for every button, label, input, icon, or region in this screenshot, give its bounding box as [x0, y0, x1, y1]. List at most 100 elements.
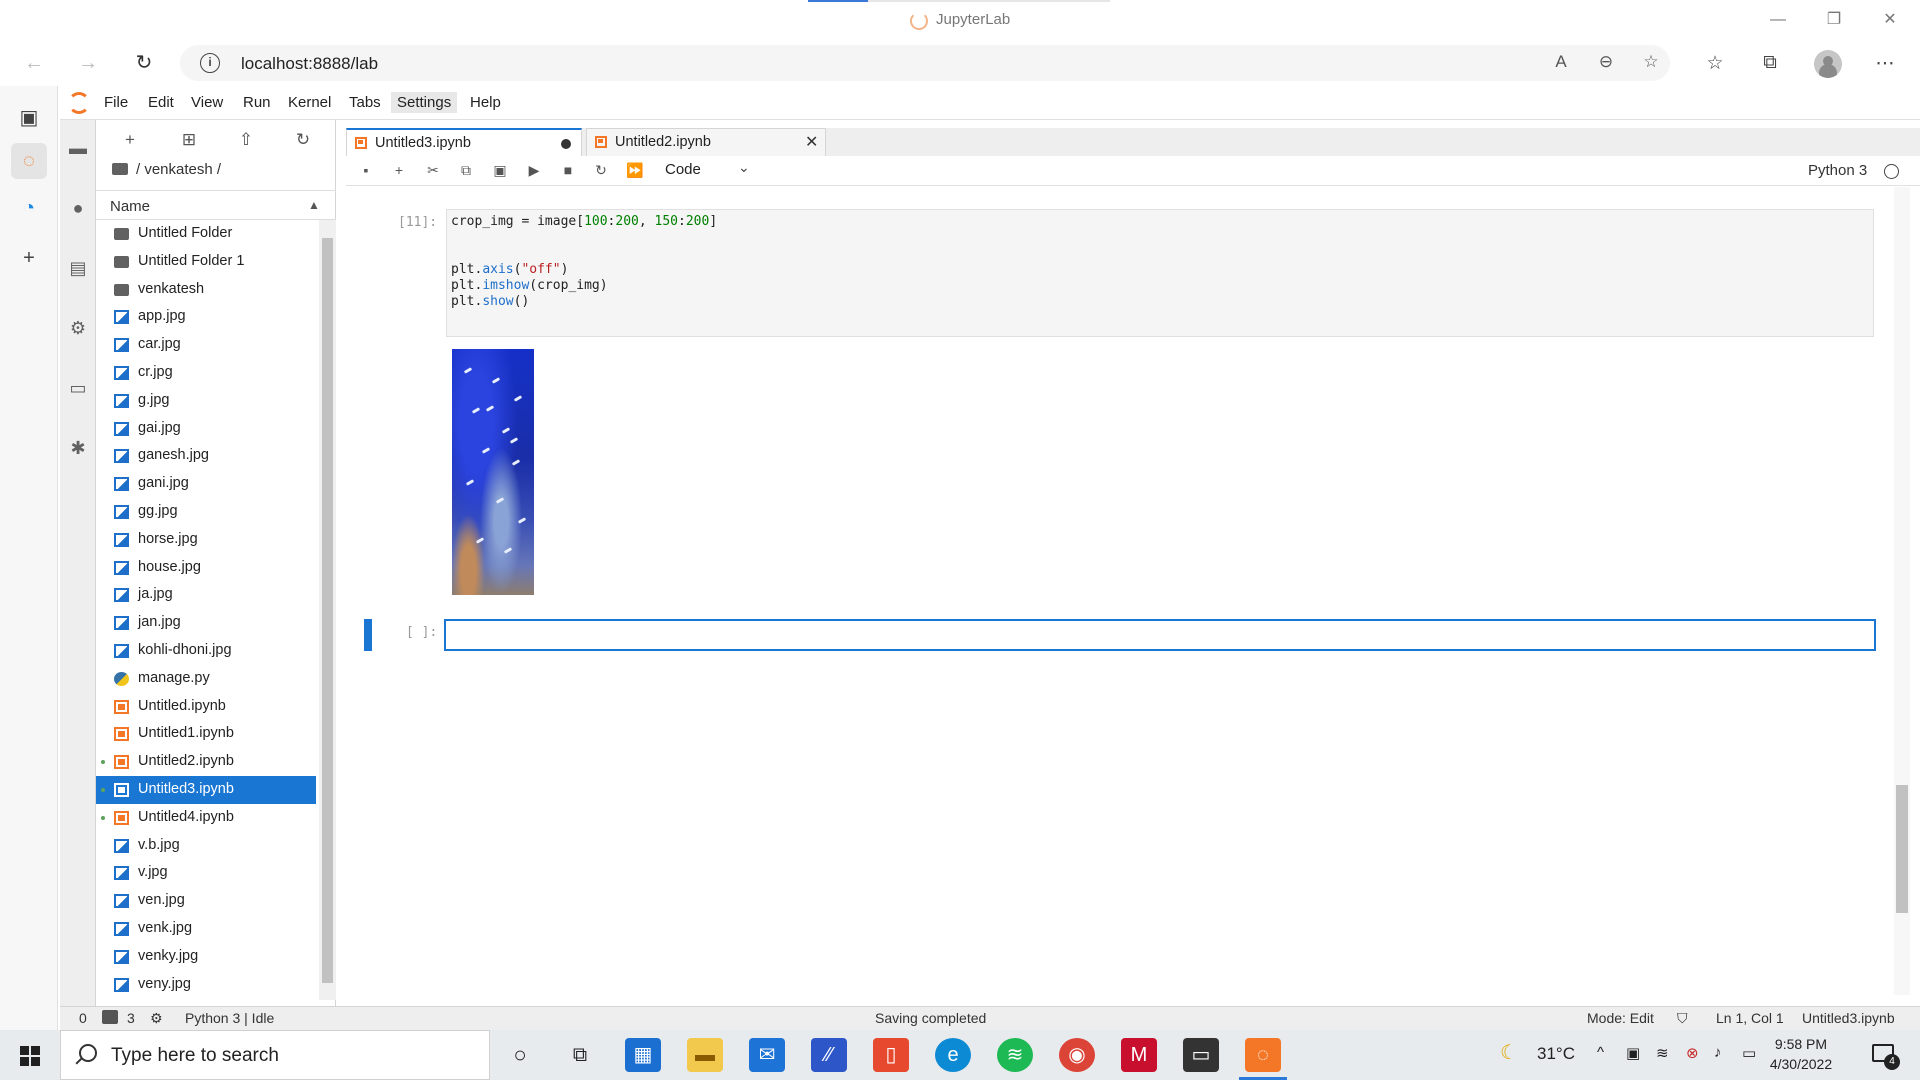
file-list-item[interactable]: ven.jpg — [96, 887, 316, 915]
file-list-item[interactable]: manage.py — [96, 665, 316, 693]
cell-type-select[interactable]: Code — [665, 161, 701, 178]
commands-icon[interactable]: ⚙ — [66, 316, 90, 340]
kernel-status-text[interactable]: Python 3 | Idle — [185, 1010, 274, 1026]
file-list-item[interactable]: venk.jpg — [96, 915, 316, 943]
close-tab-icon[interactable]: ✕ — [805, 132, 818, 152]
back-button[interactable]: ← — [18, 48, 50, 78]
app-icon[interactable]: ⁄⁄ — [811, 1038, 847, 1072]
spotify-icon[interactable]: ≋ — [997, 1038, 1033, 1072]
weather-temperature[interactable]: 31°C — [1537, 1044, 1575, 1064]
file-list-item[interactable]: car.jpg — [96, 331, 316, 359]
file-list-item[interactable]: Untitled Folder 1 — [96, 248, 316, 276]
file-list-item[interactable]: ja.jpg — [96, 581, 316, 609]
close-window-button[interactable]: ✕ — [1870, 6, 1910, 34]
task-view-icon[interactable]: ⧉ — [562, 1038, 598, 1072]
paste-icon[interactable]: ▣ — [490, 162, 510, 182]
file-list-item[interactable]: Untitled.ipynb — [96, 693, 316, 721]
running-kernels-icon[interactable]: ● — [66, 196, 90, 220]
profile-avatar[interactable] — [1814, 50, 1842, 78]
cut-icon[interactable]: ✂ — [423, 162, 443, 182]
file-list-item[interactable]: venkatesh — [96, 276, 316, 304]
file-list-item[interactable]: gani.jpg — [96, 470, 316, 498]
minimize-button[interactable]: — — [1758, 6, 1798, 34]
file-list-item[interactable]: kohli-dhoni.jpg — [96, 637, 316, 665]
kernel-count[interactable]: 0 — [79, 1010, 87, 1026]
site-info-icon[interactable]: i — [200, 53, 220, 73]
tab-untitled3[interactable]: Untitled3.ipynb — [346, 128, 582, 156]
file-list-item[interactable]: gai.jpg — [96, 415, 316, 443]
insert-cell-icon[interactable]: + — [389, 162, 409, 182]
mcafee-icon[interactable]: M — [1121, 1038, 1157, 1072]
clock-date[interactable]: 4/30/2022 — [1766, 1054, 1836, 1074]
store-icon[interactable]: ▦ — [625, 1038, 661, 1072]
refresh-button[interactable]: ↻ — [128, 48, 160, 78]
chevron-down-icon[interactable]: ⌄ — [738, 159, 750, 176]
mail-icon[interactable]: ✉ — [749, 1038, 785, 1072]
new-launcher-icon[interactable]: + — [119, 130, 141, 150]
file-list-item[interactable]: Untitled4.ipynb — [96, 804, 316, 832]
menu-file[interactable]: File — [104, 94, 128, 111]
empty-code-cell-input[interactable] — [444, 619, 1876, 651]
menu-run[interactable]: Run — [243, 94, 271, 111]
url-text[interactable]: localhost:8888/lab — [241, 54, 378, 74]
weather-moon-icon[interactable]: ☾ — [1500, 1040, 1518, 1065]
file-list-item[interactable]: ganesh.jpg — [96, 442, 316, 470]
trust-icon[interactable]: ⛉ — [1677, 1010, 1688, 1027]
terminal-icon[interactable] — [102, 1010, 118, 1027]
restart-run-all-icon[interactable]: ⏩ — [625, 162, 645, 182]
volume-icon[interactable]: ♪ — [1714, 1044, 1722, 1061]
menu-edit[interactable]: Edit — [148, 94, 174, 111]
scrollbar-thumb[interactable] — [322, 238, 333, 983]
property-inspector-icon[interactable]: ▤ — [66, 256, 90, 280]
add-favorite-icon[interactable]: ☆ — [1638, 52, 1664, 74]
taskbar-search-box[interactable]: Type here to search — [60, 1030, 490, 1080]
file-list-item[interactable]: horse.jpg — [96, 526, 316, 554]
kernel-name[interactable]: Python 3 — [1808, 162, 1867, 179]
restore-button[interactable]: ❐ — [1814, 6, 1854, 34]
kernel-settings-icon[interactable]: ⚙ — [150, 1010, 163, 1027]
breadcrumb-path[interactable]: / venkatesh / — [136, 161, 221, 178]
file-list-item[interactable]: house.jpg — [96, 554, 316, 582]
notebook-scrollbar[interactable] — [1894, 187, 1910, 995]
network-status-icon[interactable]: ⊗ — [1686, 1044, 1699, 1062]
meet-now-icon[interactable]: ▣ — [1626, 1044, 1640, 1062]
file-list-item[interactable]: gg.jpg — [96, 498, 316, 526]
file-explorer-icon[interactable]: ▬ — [687, 1038, 723, 1072]
restart-kernel-icon[interactable]: ↻ — [591, 162, 611, 182]
run-icon[interactable]: ▶ — [524, 162, 544, 182]
terminal-count[interactable]: 3 — [127, 1010, 135, 1026]
active-cell-indicator[interactable] — [364, 619, 372, 651]
tab-label[interactable]: Untitled3.ipynb — [375, 135, 471, 151]
read-aloud-icon[interactable]: A — [1548, 52, 1574, 74]
code-cell-input[interactable]: crop_img = image[100:200, 150:200] plt.ax… — [446, 209, 1874, 337]
file-list-item[interactable]: venky.jpg — [96, 943, 316, 971]
jupyter-app-icon[interactable]: ◌ — [1239, 1038, 1287, 1080]
new-tab-icon[interactable]: + — [11, 240, 47, 276]
more-options-icon[interactable]: ⋯ — [1870, 52, 1900, 76]
new-folder-icon[interactable]: ⊞ — [178, 130, 200, 150]
file-list-item[interactable]: cr.jpg — [96, 359, 316, 387]
upload-icon[interactable]: ⇧ — [235, 130, 257, 150]
scrollbar-thumb[interactable] — [1896, 785, 1908, 913]
file-list-item[interactable]: v.jpg — [96, 859, 316, 887]
search-placeholder[interactable]: Type here to search — [111, 1045, 279, 1067]
file-list-item[interactable]: veny.jpg — [96, 971, 316, 999]
file-list-item[interactable]: Untitled1.ipynb — [96, 720, 316, 748]
windows-start-icon[interactable] — [20, 1046, 40, 1066]
system-clock[interactable]: 9:58 PM 4/30/2022 — [1766, 1034, 1836, 1074]
tab-label[interactable]: Untitled2.ipynb — [615, 134, 711, 150]
forward-button[interactable]: → — [72, 48, 104, 78]
name-column-header[interactable]: Name — [110, 198, 150, 215]
file-browser-icon[interactable]: ▬ — [66, 136, 90, 160]
menu-help[interactable]: Help — [470, 94, 501, 111]
chrome-icon[interactable]: ◉ — [1059, 1038, 1095, 1072]
sort-arrow-icon[interactable]: ▲ — [308, 198, 320, 212]
terminal-app-icon[interactable]: ▭ — [1183, 1038, 1219, 1072]
file-list-scrollbar[interactable] — [319, 220, 336, 1000]
clock-time[interactable]: 9:58 PM — [1766, 1034, 1836, 1054]
zoom-out-icon[interactable]: ⊖ — [1593, 52, 1619, 74]
menu-tabs[interactable]: Tabs — [349, 94, 381, 111]
refresh-files-icon[interactable]: ↻ — [292, 130, 314, 150]
file-list-item[interactable]: jan.jpg — [96, 609, 316, 637]
edge-tab-icon[interactable]: ◔ — [11, 190, 47, 226]
